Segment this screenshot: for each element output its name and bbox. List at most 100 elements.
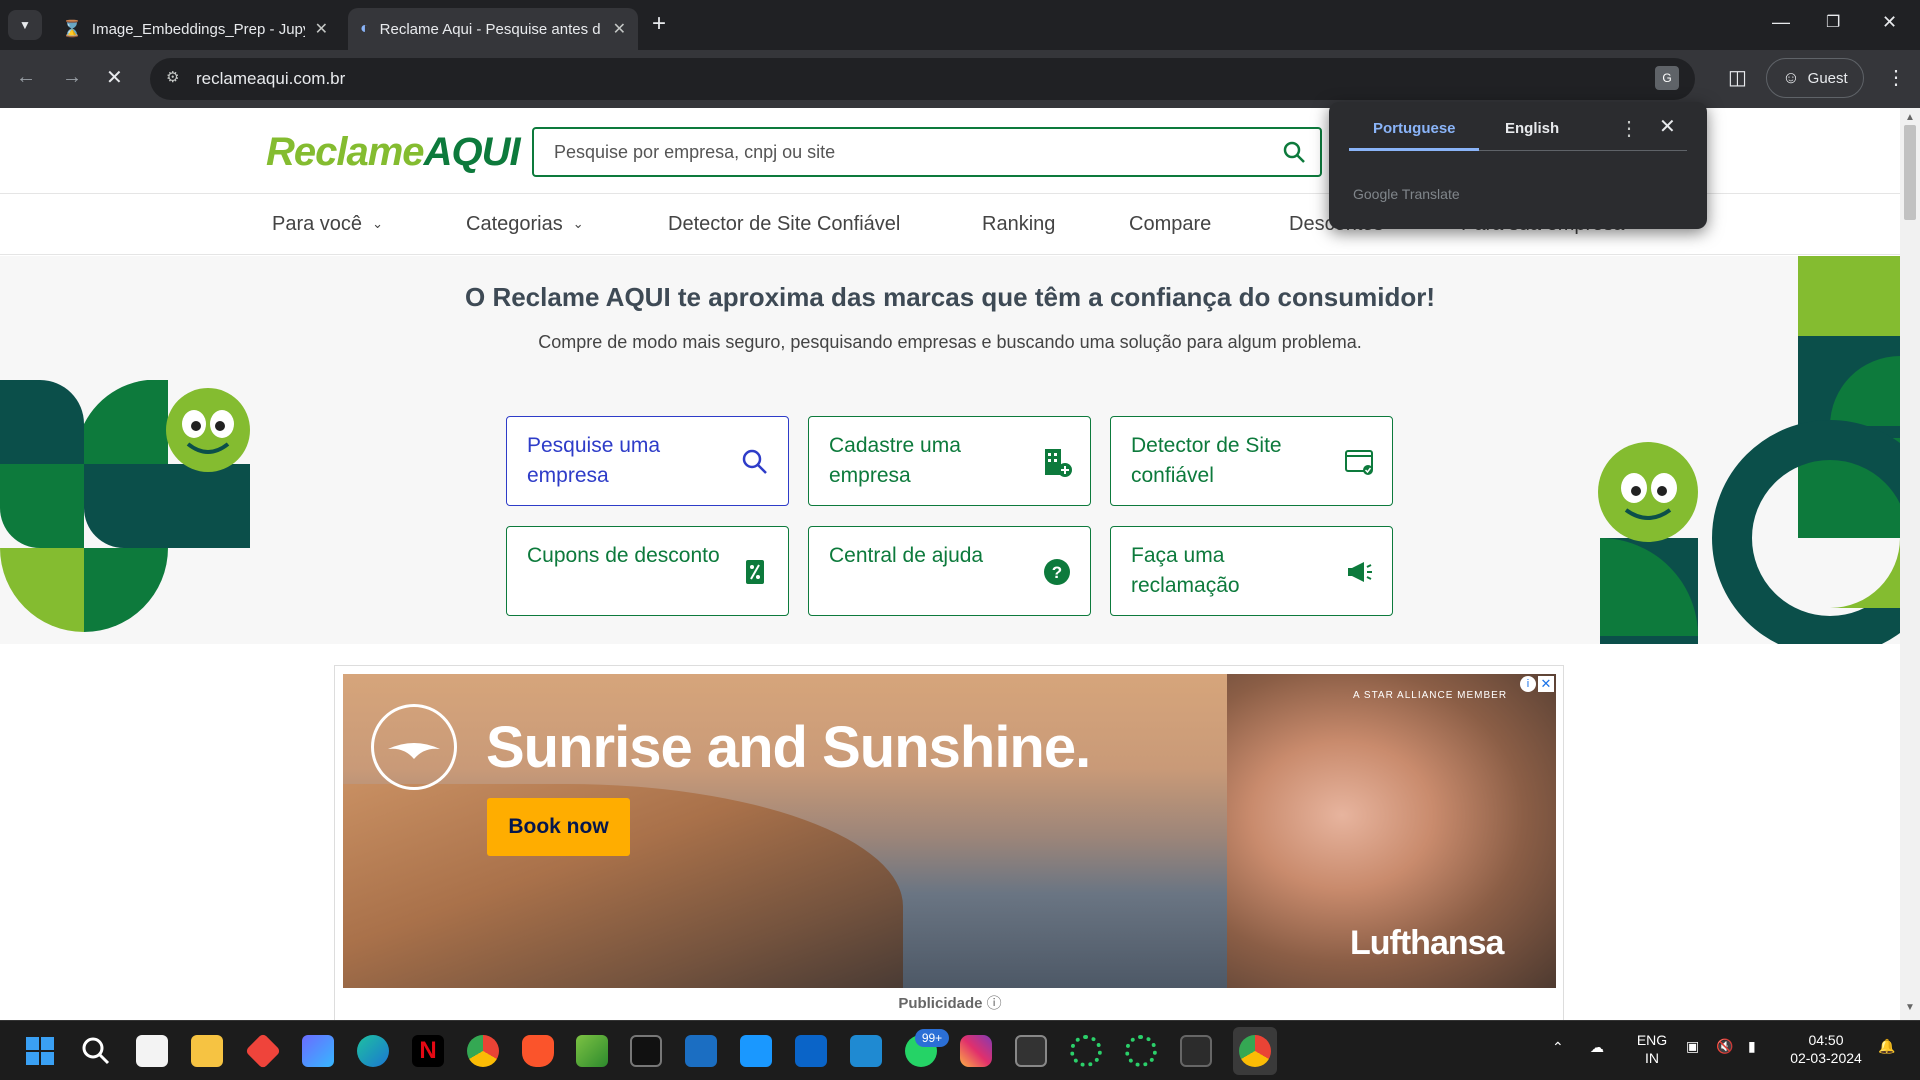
browser-toolbar: ← → ✕ ⚙ reclameaqui.com.br G ◫ ☺ Guest ⋮ (0, 50, 1920, 108)
copilot-icon[interactable] (302, 1035, 334, 1067)
page-scrollbar[interactable]: ▲ ▼ (1900, 108, 1920, 1020)
nav-para-voce[interactable]: Para você ⌄ (272, 213, 383, 236)
date: 02-03-2024 (1790, 1050, 1862, 1066)
scroll-down-icon[interactable]: ▼ (1905, 1002, 1915, 1013)
file-explorer-icon[interactable] (191, 1035, 223, 1067)
instagram-icon[interactable] (960, 1035, 992, 1067)
nav-detector[interactable]: Detector de Site Confiável (668, 213, 900, 236)
side-panel-icon[interactable]: ◫ (1728, 65, 1747, 90)
reclame-aqui-logo[interactable]: ReclameAQUI (266, 130, 521, 175)
photos-icon[interactable] (576, 1035, 608, 1067)
chevron-down-icon: ⌄ (372, 216, 383, 231)
new-tab-button[interactable]: + (652, 10, 666, 38)
edge-icon[interactable] (357, 1035, 389, 1067)
restore-button[interactable]: ❐ (1826, 12, 1840, 32)
language-indicator[interactable]: ENG IN (1630, 1031, 1674, 1067)
translate-icon[interactable]: G (1655, 66, 1679, 90)
prime-video-icon[interactable] (740, 1035, 772, 1067)
app-ring-2-icon[interactable] (1125, 1035, 1157, 1067)
tab-jupyter[interactable]: ⌛ Image_Embeddings_Prep - Jupy ✕ (50, 8, 340, 50)
minimize-button[interactable]: — (1772, 12, 1790, 33)
tab-strip: ▼ ⌛ Image_Embeddings_Prep - Jupy ✕ ◐ Rec… (0, 0, 1920, 50)
chevron-down-icon: ⌄ (572, 216, 584, 231)
outlook-icon[interactable] (795, 1035, 827, 1067)
search-input[interactable] (534, 129, 1234, 175)
profile-icon: ☺ (1782, 68, 1800, 87)
more-options-icon[interactable]: ⋮ (1619, 116, 1639, 141)
anydesk-icon[interactable] (244, 1032, 282, 1070)
windows-start-icon[interactable] (24, 1035, 56, 1067)
profile-button[interactable]: ☺ Guest (1766, 58, 1864, 98)
lufthansa-crane-logo (371, 704, 457, 790)
profile-label: Guest (1807, 69, 1848, 87)
windows-taskbar: N 99+ ⌃ ☁ ENG IN ▣ 🔇 ▮ 04:50 02-03-2024 … (0, 1020, 1920, 1080)
active-tab-indicator (1349, 148, 1479, 151)
url-text: reclameaqui.com.br (196, 69, 346, 88)
clock[interactable]: 04:50 02-03-2024 (1780, 1031, 1872, 1067)
app-ring-icon[interactable] (1070, 1035, 1102, 1067)
store-icon[interactable] (136, 1035, 168, 1067)
network-icon[interactable]: ▣ (1686, 1038, 1699, 1055)
battery-icon[interactable]: ▮ (1748, 1038, 1756, 1055)
ad-headline: Sunrise and Sunshine. (486, 715, 1091, 780)
site-info-icon[interactable]: ⚙ (166, 68, 179, 86)
loading-icon: ◐ (360, 20, 370, 37)
scroll-thumb[interactable] (1904, 125, 1916, 220)
right-decoration (1598, 256, 1900, 644)
netflix-icon[interactable]: N (412, 1035, 444, 1067)
card-pesquise-empresa[interactable]: Pesquise uma empresa (506, 416, 789, 506)
close-tab-icon[interactable]: ✕ (315, 19, 328, 39)
forward-icon[interactable]: → (62, 66, 82, 89)
windows-terminal-icon[interactable] (1180, 1035, 1212, 1067)
search-icon[interactable] (1282, 140, 1306, 164)
tab-portuguese[interactable]: Portuguese (1373, 120, 1456, 137)
vscode-icon[interactable] (850, 1035, 882, 1067)
tab-english[interactable]: English (1505, 120, 1559, 137)
www-check-icon (1345, 450, 1373, 475)
card-faca-reclamacao[interactable]: Faça uma reclamação (1110, 526, 1393, 616)
brave-icon[interactable] (522, 1035, 554, 1067)
back-icon[interactable]: ← (16, 66, 36, 89)
left-decoration (0, 380, 250, 632)
notification-badge: 99+ (915, 1029, 949, 1047)
onedrive-icon[interactable]: ☁ (1590, 1039, 1604, 1056)
tray-chevron-icon[interactable]: ⌃ (1552, 1039, 1564, 1056)
ad-tagline: A STAR ALLIANCE MEMBER (1353, 690, 1508, 701)
chrome-icon[interactable] (467, 1035, 499, 1067)
card-cadastre-empresa[interactable]: Cadastre uma empresa (808, 416, 1091, 506)
address-bar[interactable]: ⚙ reclameaqui.com.br G (150, 58, 1695, 100)
search-bar (532, 127, 1322, 177)
time: 04:50 (1808, 1032, 1844, 1048)
ad-close-icon[interactable]: ✕ (1538, 676, 1554, 692)
browser-menu-icon[interactable]: ⋮ (1886, 65, 1906, 90)
ad-info-icon[interactable]: i (1520, 676, 1536, 692)
app-window-icon[interactable] (1015, 1035, 1047, 1067)
scroll-up-icon[interactable]: ▲ (1905, 112, 1915, 123)
volume-muted-icon[interactable]: 🔇 (1716, 1038, 1733, 1055)
tab-title: Reclame Aqui - Pesquise antes d (379, 20, 601, 38)
hero-section: O Reclame AQUI te aproxima das marcas qu… (0, 256, 1900, 644)
notifications-icon[interactable]: 🔔 (1878, 1038, 1895, 1055)
card-central-ajuda[interactable]: Central de ajuda ? (808, 526, 1091, 616)
tab-reclame-aqui[interactable]: ◐ Reclame Aqui - Pesquise antes d ✕ (348, 8, 638, 50)
close-icon[interactable]: ✕ (1659, 114, 1676, 139)
card-detector-site[interactable]: Detector de Site confiável (1110, 416, 1393, 506)
close-window-button[interactable]: ✕ (1882, 12, 1897, 33)
chrome-active-icon[interactable] (1239, 1035, 1271, 1067)
terminal-icon[interactable] (630, 1035, 662, 1067)
search-icon[interactable] (80, 1035, 112, 1067)
close-tab-icon[interactable]: ✕ (613, 19, 626, 39)
coupon-icon (746, 560, 764, 584)
ad-brand: Lufthansa (1350, 924, 1504, 962)
ad-banner[interactable]: Sunrise and Sunshine. Book now A STAR AL… (343, 674, 1556, 988)
megaphone-icon (1348, 562, 1372, 582)
tab-search-button[interactable]: ▼ (8, 10, 42, 40)
stop-icon[interactable]: ✕ (106, 65, 123, 90)
nav-categorias[interactable]: Categorias ⌄ (466, 213, 584, 236)
search-icon (742, 449, 767, 474)
card-cupons[interactable]: Cupons de desconto (506, 526, 789, 616)
nav-compare[interactable]: Compare (1129, 213, 1211, 236)
book-now-button[interactable]: Book now (487, 798, 630, 856)
nav-ranking[interactable]: Ranking (982, 213, 1055, 236)
app-blue-icon[interactable] (685, 1035, 717, 1067)
